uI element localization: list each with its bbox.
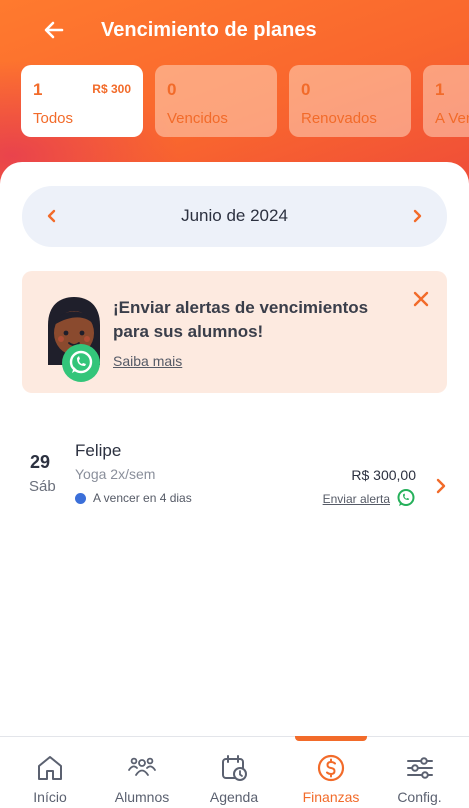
avatar	[44, 295, 104, 382]
page-title: Vencimiento de planes	[101, 19, 317, 41]
filter-card-todos[interactable]: 1 R$ 300 Todos	[21, 65, 143, 137]
status-text: A vencer en 4 dias	[93, 491, 192, 505]
sliders-icon	[406, 757, 433, 779]
filter-count: 1	[33, 80, 43, 99]
arrow-left-icon	[44, 21, 64, 39]
chevron-right-icon	[413, 209, 422, 223]
plan-day: 29	[30, 452, 51, 472]
status-dot	[75, 493, 86, 504]
next-month-button[interactable]	[402, 201, 432, 231]
filter-label: Vencidos	[167, 110, 228, 127]
home-icon	[38, 756, 62, 780]
send-alert-link[interactable]: Enviar alerta	[323, 492, 390, 506]
active-tab-indicator	[295, 736, 367, 741]
nav-label: Agenda	[209, 789, 259, 805]
whatsapp-icon[interactable]	[396, 488, 416, 508]
back-button[interactable]	[38, 14, 70, 46]
filter-count: 1	[435, 80, 445, 99]
plan-amount: R$ 300,00	[351, 467, 416, 483]
nav-item-alumnos[interactable]: Alumnos	[92, 737, 192, 808]
filter-card-renovados[interactable]: 0 Renovados	[289, 65, 411, 137]
student-name: Felipe	[75, 441, 122, 460]
dollar-circle-icon	[317, 754, 345, 782]
bottom-navigation: Início Alumnos Agenda Finanzas Config.	[0, 736, 469, 808]
nav-label: Alumnos	[114, 789, 170, 805]
month-selector: Junio de 2024	[22, 186, 447, 247]
nav-label: Config.	[397, 789, 442, 805]
month-label: Junio de 2024	[181, 206, 288, 225]
filter-label: Todos	[33, 110, 74, 127]
filter-amount: R$ 300	[92, 82, 131, 96]
filter-label: Renovados	[301, 110, 377, 127]
nav-item-agenda[interactable]: Agenda	[184, 737, 284, 808]
whatsapp-icon	[62, 344, 100, 382]
plan-row[interactable]: 29 Sáb Felipe Yoga 2x/sem A vencer en 4 …	[0, 432, 469, 514]
close-banner-button[interactable]	[409, 287, 433, 311]
filter-label: A Vencer	[435, 110, 469, 127]
users-icon	[128, 757, 156, 776]
whatsapp-alert-banner: ¡Enviar alertas de vencimientos para sus…	[22, 271, 447, 393]
nav-label: Início	[33, 789, 67, 805]
filter-count: 0	[167, 80, 177, 99]
learn-more-link[interactable]: Saiba mais	[113, 353, 182, 369]
filter-count: 0	[301, 80, 311, 99]
filter-card-a-vencer[interactable]: 1 A Vencer	[423, 65, 469, 137]
nav-item-inicio[interactable]: Início	[0, 737, 100, 808]
filter-cards: 1 R$ 300 Todos 0 Vencidos 0 Renovados 1 …	[21, 65, 469, 137]
content-sheet: Junio de 2024 ¡Enviar alertas de vencimi…	[0, 162, 469, 736]
plan-name: Yoga 2x/sem	[75, 466, 156, 482]
close-icon	[413, 291, 429, 307]
nav-item-config[interactable]: Config.	[370, 737, 469, 808]
calendar-clock-icon	[222, 755, 247, 781]
plan-weekday: Sáb	[29, 478, 56, 495]
filter-card-vencidos[interactable]: 0 Vencidos	[155, 65, 277, 137]
alert-title: ¡Enviar alertas de vencimientos para sus…	[113, 298, 369, 341]
chevron-right-icon	[436, 478, 446, 494]
top-bar: Vencimiento de planes	[0, 10, 469, 50]
